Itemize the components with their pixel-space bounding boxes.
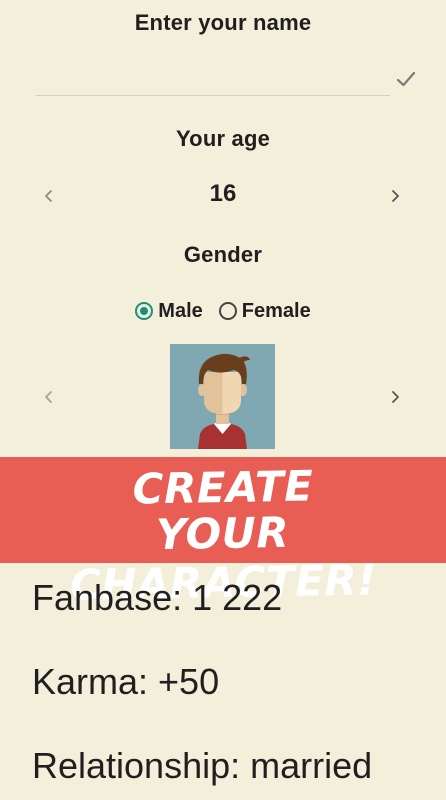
stat-fanbase: Fanbase: 1 222 bbox=[32, 577, 283, 618]
avatar-next-chevron-right-icon[interactable] bbox=[380, 382, 410, 412]
gender-option-male[interactable]: Male bbox=[135, 299, 203, 323]
radio-button-female[interactable] bbox=[218, 302, 237, 320]
name-section-title: Enter your name bbox=[134, 10, 312, 35]
gender-option-female[interactable]: Female bbox=[218, 299, 311, 323]
gender-section-title: Gender bbox=[183, 242, 263, 267]
avatar-portrait bbox=[170, 344, 275, 449]
stat-relationship: Relationship: married bbox=[32, 745, 373, 786]
gender-radio-group: Male Female bbox=[0, 296, 446, 326]
gender-option-label: Male bbox=[158, 299, 203, 322]
age-increase-chevron-right-icon[interactable] bbox=[380, 181, 410, 211]
name-input[interactable] bbox=[36, 55, 390, 96]
gender-option-label: Female bbox=[241, 299, 311, 322]
age-section-title: Your age bbox=[175, 126, 271, 151]
avatar-prev-chevron-left-icon[interactable] bbox=[34, 382, 64, 412]
promo-banner: CREATE YOUR CHARACTER! bbox=[0, 457, 446, 610]
checkmark-icon[interactable] bbox=[394, 67, 418, 91]
stat-karma: Karma: +50 bbox=[32, 661, 220, 702]
age-stepper: 16 bbox=[0, 178, 446, 214]
radio-button-male[interactable] bbox=[135, 302, 154, 320]
name-input-row bbox=[36, 55, 420, 97]
